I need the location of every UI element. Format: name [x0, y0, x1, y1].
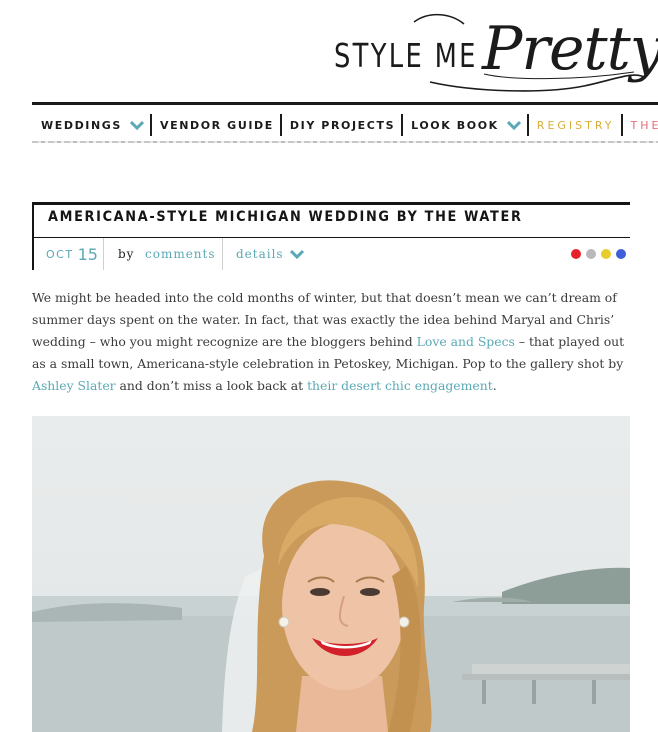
nav-item-look-book[interactable]: LOOK BOOK: [403, 112, 527, 138]
chevron-down-icon: [129, 120, 144, 130]
title-top-rule: [32, 202, 630, 205]
nav-item-label: REGISTRY: [536, 118, 615, 132]
ashley-slater-link[interactable]: Ashley Slater: [32, 378, 116, 393]
chevron-down-icon: [289, 249, 304, 259]
nav-item-label: VENDOR GUIDE: [159, 118, 274, 132]
chevron-down-icon: [506, 120, 521, 130]
color-dot-gray[interactable]: [586, 249, 596, 259]
post-date-day: 15: [77, 244, 98, 264]
color-dot-blue[interactable]: [616, 249, 626, 259]
site-logo[interactable]: STYLE ME Pretty: [334, 8, 658, 100]
nav-item-vendor-guide[interactable]: VENDOR GUIDE: [152, 112, 280, 138]
post-meta: OCT 15 by comments details: [32, 238, 630, 270]
logo-flourish-icon: [413, 13, 647, 92]
comments-link[interactable]: comments: [145, 247, 216, 261]
nav-item-label: THE VAUL: [630, 118, 658, 132]
bride-photo-illustration: [32, 480, 630, 732]
nav-item-diy-projects[interactable]: DIY PROJECTS: [282, 112, 401, 138]
nav-item-label: DIY PROJECTS: [289, 118, 396, 132]
post-title[interactable]: AMERICANA-STYLE MICHIGAN WEDDING BY THE …: [48, 209, 523, 225]
nav-bottom-rule: [32, 141, 658, 143]
color-dot-red[interactable]: [571, 249, 581, 259]
wedding-photo[interactable]: [32, 416, 630, 732]
article-intro: We might be headed into the cold months …: [32, 287, 630, 397]
nav-item-label: WEDDINGS: [41, 118, 122, 132]
love-and-specs-link[interactable]: Love and Specs: [417, 334, 515, 349]
color-dot-yellow[interactable]: [601, 249, 611, 259]
meta-divider: [222, 238, 223, 270]
intro-text: and don’t miss a look back at: [115, 378, 308, 393]
nav-top-rule: [32, 102, 658, 105]
byline-label: by: [118, 247, 135, 261]
nav-item-weddings[interactable]: WEDDINGS: [32, 112, 150, 138]
nav-item-the-vault[interactable]: THE VAUL: [623, 112, 658, 138]
desert-chic-engagement-link[interactable]: their desert chic engagement: [307, 378, 493, 393]
title-left-rule: [32, 202, 34, 238]
post-date: OCT 15: [32, 238, 104, 270]
nav-item-label: LOOK BOOK: [411, 118, 499, 132]
intro-text: .: [492, 378, 497, 393]
main-nav: WEDDINGS VENDOR GUIDE DIY PROJECTS LOOK …: [32, 110, 658, 140]
post-date-month: OCT: [46, 247, 74, 261]
color-palette: [571, 249, 626, 259]
details-label: details: [236, 247, 284, 261]
nav-item-registry[interactable]: REGISTRY: [529, 112, 621, 138]
details-toggle[interactable]: details: [236, 247, 304, 261]
